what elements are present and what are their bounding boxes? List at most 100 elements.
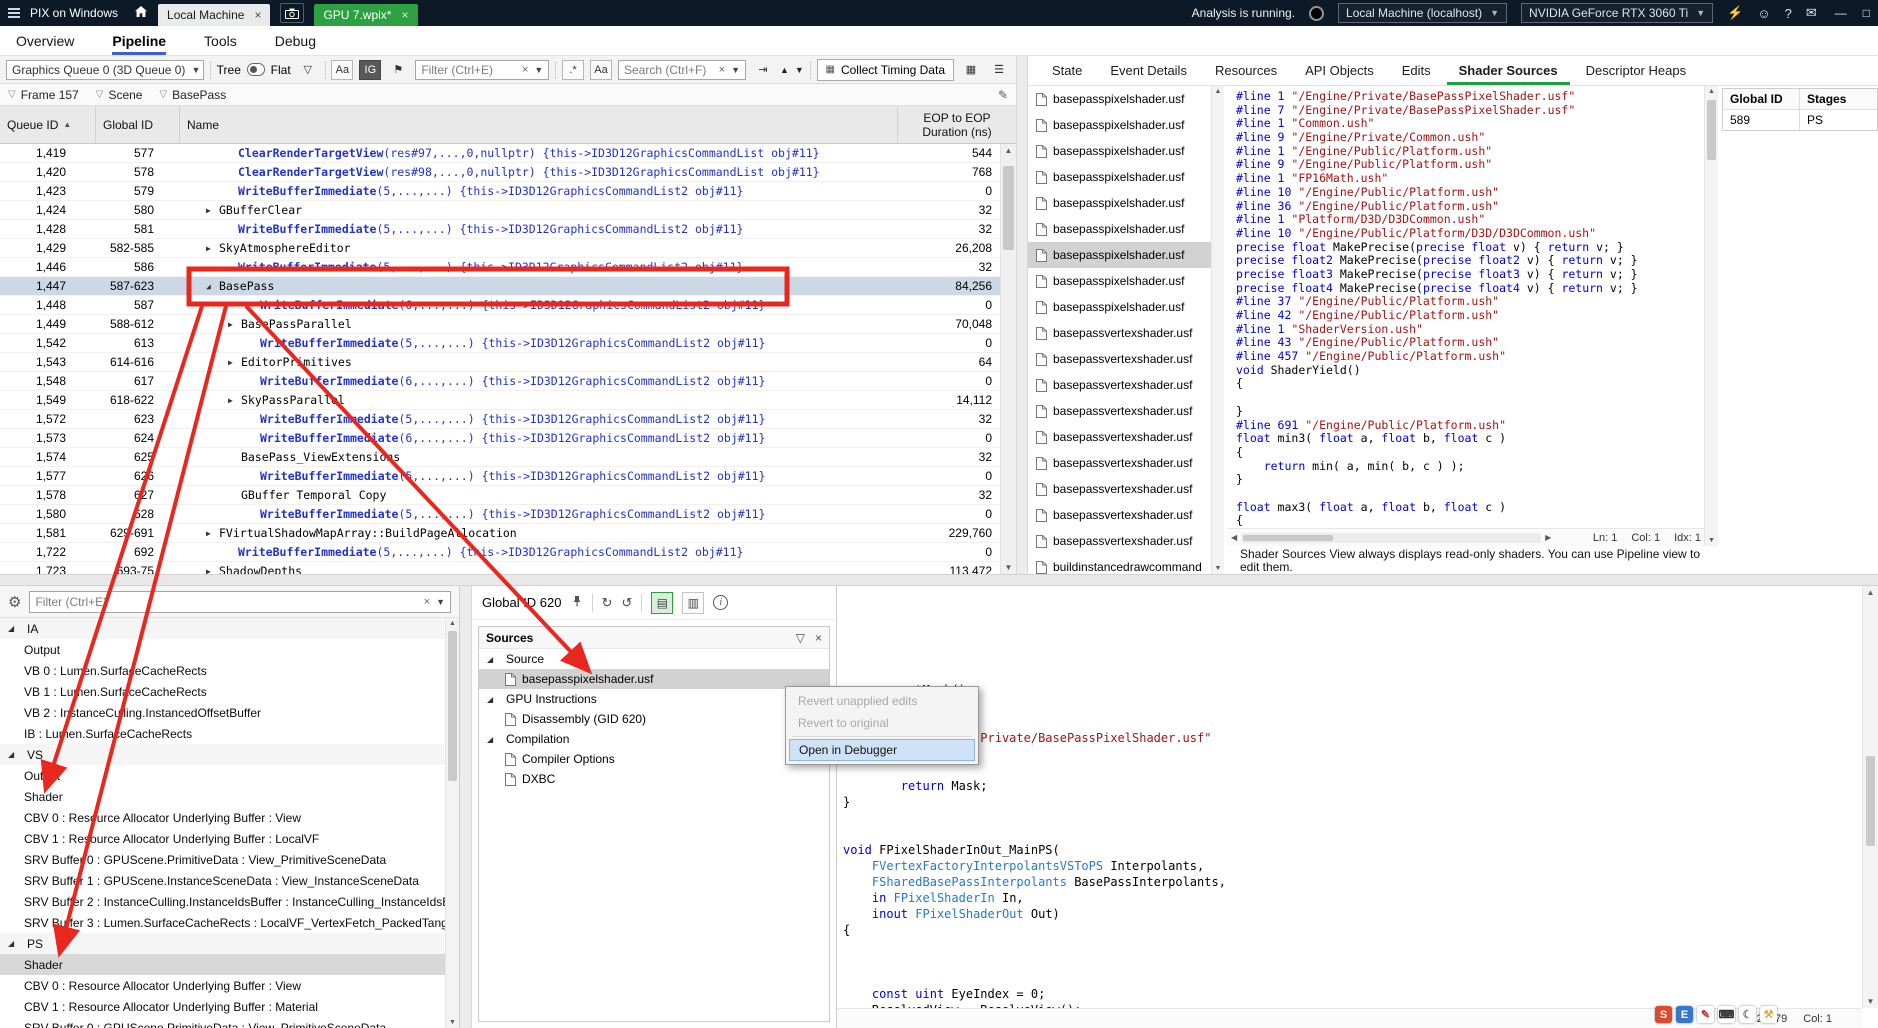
pipeline-item-shader[interactable]: Shader xyxy=(0,786,446,807)
collapsed-arrow-icon[interactable]: ▶ xyxy=(206,529,219,538)
shader-file-item[interactable]: basepassvertexshader.usf xyxy=(1028,346,1223,372)
expanded-arrow-icon[interactable]: ◢ xyxy=(206,282,219,291)
feedback-icon[interactable]: ☺ xyxy=(1757,6,1770,21)
shader-file-item[interactable]: basepassvertexshader.usf xyxy=(1028,320,1223,346)
toolbox-icon[interactable]: ⚒ xyxy=(1760,1006,1777,1023)
event-row[interactable]: 1,420 578 ClearRenderTargetView (res#98,...… xyxy=(0,163,1000,182)
capture-camera-icon[interactable] xyxy=(280,3,305,23)
column-queue-id[interactable]: Queue ID ▲ xyxy=(0,106,96,143)
menu-item-open-in-debugger[interactable]: Open in Debugger xyxy=(789,739,975,761)
sources-item-dxbc[interactable]: DXBC xyxy=(479,769,829,789)
shader-file-item[interactable]: basepasspixelshader.usf xyxy=(1028,190,1223,216)
pipeline-item-vb-2[interactable]: VB 2 : InstanceCulling.InstancedOffsetBu… xyxy=(0,702,446,723)
sogou-icon[interactable]: S xyxy=(1655,1006,1672,1023)
sources-item-disassembly-gid-620[interactable]: Disassembly (GID 620) xyxy=(479,709,829,729)
minimize-button[interactable]: — xyxy=(1835,6,1847,20)
tree-flat-toggle[interactable] xyxy=(246,63,265,76)
queue-dropdown[interactable]: Graphics Queue 0 (3D Queue 0) ▼ xyxy=(6,59,204,80)
tab-edits[interactable]: Edits xyxy=(1390,56,1443,85)
pipeline-filter-input[interactable] xyxy=(35,594,418,609)
menu-pipeline[interactable]: Pipeline xyxy=(112,26,166,55)
home-icon[interactable] xyxy=(134,5,148,21)
shader-code-hscrollbar[interactable]: ◀ ▶ Ln: 1 Col: 1 Idx: 1 xyxy=(1228,528,1704,546)
pipeline-item-output[interactable]: Output xyxy=(0,639,446,660)
shader-file-item[interactable]: basepassvertexshader.usf xyxy=(1028,398,1223,424)
debugger-code[interactable]: outMask() "/Engine/Private/BasePassPixel… xyxy=(843,586,1862,1008)
pipeline-item-ib[interactable]: IB : Lumen.SurfaceCacheRects xyxy=(0,723,446,744)
pipeline-item-vb-0[interactable]: VB 0 : Lumen.SurfaceCacheRects xyxy=(0,660,446,681)
regex-button[interactable]: .* xyxy=(562,59,584,80)
shader-file-item[interactable]: basepassvertexshader.usf xyxy=(1028,476,1223,502)
expanded-arrow-icon[interactable]: ◢ xyxy=(487,655,500,664)
scroll-down-icon[interactable]: ▼ xyxy=(1212,565,1224,572)
event-row[interactable]: 1,449 588-612 ▶ BasePassParallel 70,048 xyxy=(0,315,1000,334)
tab-capture-gpu7[interactable]: GPU 7.wpix* × xyxy=(314,4,418,26)
pipeline-item-shader[interactable]: Shader xyxy=(0,954,446,975)
pipeline-scrollbar[interactable]: ▲ ▼ xyxy=(445,618,459,1028)
menu-tools[interactable]: Tools xyxy=(204,26,237,55)
close-icon[interactable]: × xyxy=(815,631,822,645)
close-icon[interactable]: × xyxy=(254,8,261,22)
expanded-arrow-icon[interactable]: ◢ xyxy=(487,735,500,744)
shader-file-item[interactable]: buildinstancedrawcommand xyxy=(1028,554,1223,574)
scroll-down-icon[interactable]: ▼ xyxy=(1863,997,1878,1006)
help-icon[interactable]: ? xyxy=(1785,6,1792,21)
tab-state[interactable]: State xyxy=(1040,56,1094,85)
pipeline-item-cbv-0[interactable]: CBV 0 : Resource Allocator Underlying Bu… xyxy=(0,975,446,996)
refresh-icon[interactable]: ↻ xyxy=(602,595,613,611)
collapsed-arrow-icon[interactable]: ▶ xyxy=(206,244,219,253)
ime-language-icon[interactable]: E xyxy=(1676,1006,1693,1023)
shader-file-item[interactable]: basepasspixelshader.usf xyxy=(1028,216,1223,242)
collapsed-arrow-icon[interactable]: ▶ xyxy=(206,567,219,575)
event-search-input[interactable] xyxy=(624,62,713,77)
maximize-button[interactable]: □ xyxy=(1863,6,1870,20)
pipeline-item-vb-1[interactable]: VB 1 : Lumen.SurfaceCacheRects xyxy=(0,681,446,702)
pipeline-item-cbv-0[interactable]: CBV 0 : Resource Allocator Underlying Bu… xyxy=(0,807,446,828)
event-row[interactable]: 1,543 614-616 ▶ EditorPrimitives 64 xyxy=(0,353,1000,372)
collapsed-arrow-icon[interactable]: ▶ xyxy=(228,320,241,329)
debugger-scrollbar[interactable]: ▲ ▼ xyxy=(1862,586,1878,1008)
shader-file-item[interactable]: basepassvertexshader.usf xyxy=(1028,372,1223,398)
pipeline-item-cbv-1[interactable]: CBV 1 : Resource Allocator Underlying Bu… xyxy=(0,828,446,849)
machine-dropdown[interactable]: Local Machine (localhost) ▼ xyxy=(1338,3,1508,23)
shader-file-item[interactable]: basepasspixelshader.usf xyxy=(1028,86,1223,112)
clear-icon[interactable]: × xyxy=(424,596,430,608)
gpu-dropdown[interactable]: NVIDIA GeForce RTX 3060 Ti ▼ xyxy=(1521,3,1714,23)
scroll-down-icon[interactable]: ▼ xyxy=(1001,563,1016,572)
pipeline-item-srv-buffer[interactable]: SRV Buffer 3 : Lumen.SurfaceCacheRects :… xyxy=(0,912,446,933)
scroll-down-icon[interactable]: ▼ xyxy=(1705,537,1718,544)
event-row[interactable]: 1,419 577 ClearRenderTargetView (res#97,...… xyxy=(0,144,1000,163)
shader-source-code[interactable]: #line 1 "/Engine/Private/BasePassPixelSh… xyxy=(1228,86,1704,528)
shader-file-item[interactable]: basepasspixelshader.usf xyxy=(1028,294,1223,320)
event-row[interactable]: 1,429 582-585 ▶ SkyAtmosphereEditor 26,208 xyxy=(0,239,1000,258)
pen-icon[interactable]: ✎ xyxy=(1697,1006,1714,1023)
collapsed-arrow-icon[interactable]: ▶ xyxy=(206,206,219,215)
pipeline-item-srv-buffer[interactable]: SRV Buffer 0 : GPUScene.PrimitiveData : … xyxy=(0,849,446,870)
history-icon[interactable]: ↺ xyxy=(621,595,632,611)
file-list-scrollbar[interactable]: ▲ ▼ xyxy=(1211,86,1224,574)
event-row[interactable]: 1,423 579 WriteBufferImmediate (5,...,...) … xyxy=(0,182,1000,201)
clear-icon[interactable]: × xyxy=(719,64,725,76)
scrollbar-thumb[interactable] xyxy=(1707,100,1716,160)
grid-view-icon[interactable]: ▦ xyxy=(960,60,982,80)
filter-funnel-icon[interactable]: ▽ xyxy=(297,60,319,80)
pipeline-stage-ia[interactable]: ◢ IA xyxy=(0,618,446,639)
shader-file-item[interactable]: basepasspixelshader.usf xyxy=(1028,164,1223,190)
previous-result-icon[interactable]: ▲ xyxy=(780,65,789,75)
match-case-button[interactable]: Aa xyxy=(331,59,354,80)
menu-overview[interactable]: Overview xyxy=(16,26,74,55)
expanded-arrow-icon[interactable]: ◢ xyxy=(8,939,21,948)
pipeline-item-srv-buffer[interactable]: SRV Buffer 0 : GPUScene.PrimitiveData : … xyxy=(0,1017,446,1028)
close-icon[interactable]: × xyxy=(401,8,408,22)
tab-api-objects[interactable]: API Objects xyxy=(1293,56,1386,85)
scrollbar-thumb[interactable] xyxy=(1243,534,1334,541)
shader-file-item[interactable]: basepasspixelshader.usf xyxy=(1028,242,1223,268)
ignore-group-button[interactable]: IG xyxy=(359,59,382,80)
sources-item-basepasspixelshader-usf[interactable]: basepasspixelshader.usf xyxy=(479,669,829,689)
column-global-id[interactable]: Global ID xyxy=(96,106,180,143)
shader-file-item[interactable]: basepasspixelshader.usf xyxy=(1028,268,1223,294)
goto-icon[interactable]: ⇥ xyxy=(752,60,774,80)
sources-group-source[interactable]: ◢ Source xyxy=(479,649,829,669)
scrollbar-track[interactable] xyxy=(1241,532,1542,543)
sources-group-compilation[interactable]: ◢ Compilation xyxy=(479,729,829,749)
